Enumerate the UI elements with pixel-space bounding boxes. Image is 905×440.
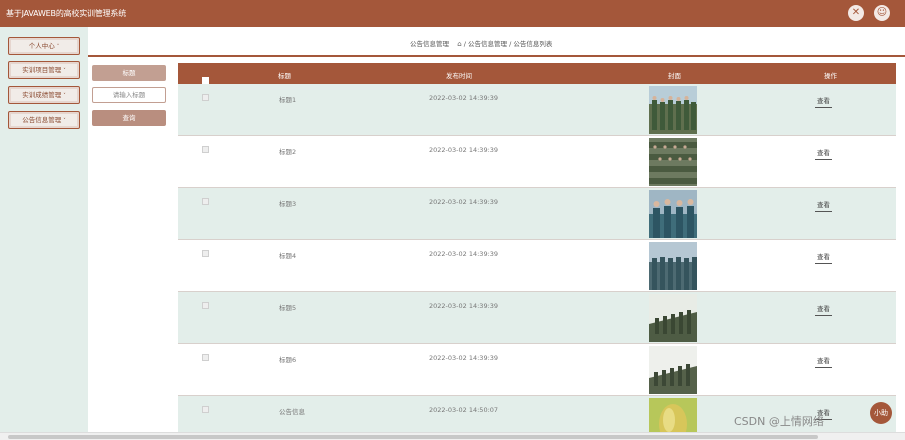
row-title: 标题5 <box>279 304 297 312</box>
chevron-down-icon: ˅ <box>63 118 66 124</box>
view-button[interactable]: 查看 <box>815 249 832 264</box>
row-time: 2022-03-02 14:39:39 <box>429 146 499 154</box>
cover-image <box>649 346 697 394</box>
row-title: 标题3 <box>279 200 297 208</box>
top-bar: 基于JAVAWEB的高校实训管理系统 ✕ ☺ <box>0 0 905 27</box>
view-button[interactable]: 查看 <box>815 301 832 316</box>
home-icon[interactable]: ⌂ <box>457 40 461 48</box>
chevron-down-icon: ˅ <box>63 68 66 74</box>
header-action: 操作 <box>824 72 837 80</box>
search-input[interactable]: 请输入标题 <box>92 87 166 103</box>
sidebar-item-label: 个人中心 <box>28 42 55 50</box>
view-button[interactable]: 查看 <box>815 93 832 108</box>
row-time: 2022-03-02 14:39:39 <box>429 354 499 362</box>
sidebar-item-announcements[interactable]: 公告信息管理 ˅ <box>8 111 80 129</box>
assistant-button[interactable]: 小助 <box>870 402 892 424</box>
app-title: 基于JAVAWEB的高校实训管理系统 <box>6 9 127 18</box>
search-label: 标题 <box>92 65 166 81</box>
header-cover: 封面 <box>668 72 681 80</box>
table-row: 标题4 2022-03-02 14:39:39 查看 <box>178 240 896 292</box>
table-row: 标题3 2022-03-02 14:39:39 查看 <box>178 188 896 240</box>
sidebar-item-training-projects[interactable]: 实训项目管理 ˅ <box>8 61 80 79</box>
sidebar: 个人中心 ˅ 实训项目管理 ˅ 实训成绩管理 ˅ 公告信息管理 ˅ <box>0 27 88 440</box>
horizontal-scrollbar[interactable] <box>0 432 905 440</box>
sidebar-item-label: 公告信息管理 <box>22 116 62 124</box>
breadcrumb: 公告信息管理 ⌂ / 公告信息管理 / 公告信息列表 <box>88 27 905 57</box>
view-button[interactable]: 查看 <box>815 145 832 160</box>
row-checkbox[interactable] <box>202 94 209 101</box>
table-row: 标题5 2022-03-02 14:39:39 查看 <box>178 292 896 344</box>
row-time: 2022-03-02 14:39:39 <box>429 94 499 102</box>
row-time: 2022-03-02 14:39:39 <box>429 302 499 310</box>
cover-image <box>649 294 697 342</box>
close-circle-icon[interactable]: ✕ <box>848 5 864 21</box>
view-button[interactable]: 查看 <box>815 197 832 212</box>
select-all-checkbox[interactable] <box>202 77 209 84</box>
scrollbar-thumb[interactable] <box>8 435 818 439</box>
row-title: 标题4 <box>279 252 297 260</box>
sidebar-item-label: 实训项目管理 <box>22 66 62 74</box>
header-time: 发布时间 <box>446 72 472 80</box>
chevron-down-icon: ˅ <box>56 44 60 50</box>
row-checkbox[interactable] <box>202 198 209 205</box>
sidebar-item-training-scores[interactable]: 实训成绩管理 ˅ <box>8 86 80 104</box>
cover-image <box>649 138 697 186</box>
table-row: 标题6 2022-03-02 14:39:39 查看 <box>178 344 896 396</box>
view-button[interactable]: 查看 <box>815 353 832 368</box>
row-time: 2022-03-02 14:50:07 <box>429 406 499 414</box>
cover-image <box>649 86 697 134</box>
row-checkbox[interactable] <box>202 146 209 153</box>
user-circle-icon[interactable]: ☺ <box>874 5 890 21</box>
row-title: 公告信息 <box>279 408 305 416</box>
row-checkbox[interactable] <box>202 250 209 257</box>
cover-image <box>649 242 697 290</box>
header-title: 标题 <box>278 72 291 80</box>
row-time: 2022-03-02 14:39:39 <box>429 198 499 206</box>
table-header: 标题 发布时间 封面 操作 <box>178 63 896 84</box>
sidebar-item-personal-center[interactable]: 个人中心 ˅ <box>8 37 80 55</box>
row-title: 标题1 <box>279 96 297 104</box>
cover-image <box>649 190 697 238</box>
table-row: 标题2 2022-03-02 14:39:39 查看 <box>178 136 896 188</box>
breadcrumb-section: 公告信息管理 <box>410 40 449 48</box>
row-title: 标题6 <box>279 356 297 364</box>
row-title: 标题2 <box>279 148 297 156</box>
query-button[interactable]: 查询 <box>92 110 166 126</box>
chevron-down-icon: ˅ <box>63 93 66 99</box>
row-checkbox[interactable] <box>202 406 209 413</box>
search-panel: 标题 请输入标题 查询 <box>88 57 175 440</box>
row-checkbox[interactable] <box>202 302 209 309</box>
row-checkbox[interactable] <box>202 354 209 361</box>
announcement-table: 标题 发布时间 封面 操作 标题1 2022-03-02 14:39:39 查看… <box>178 63 896 440</box>
table-row: 标题1 2022-03-02 14:39:39 查看 <box>178 84 896 136</box>
breadcrumb-path: / 公告信息管理 / 公告信息列表 <box>463 40 553 48</box>
row-time: 2022-03-02 14:39:39 <box>429 250 499 258</box>
watermark: CSDN @上情网络 <box>734 415 824 428</box>
sidebar-item-label: 实训成绩管理 <box>22 91 62 99</box>
